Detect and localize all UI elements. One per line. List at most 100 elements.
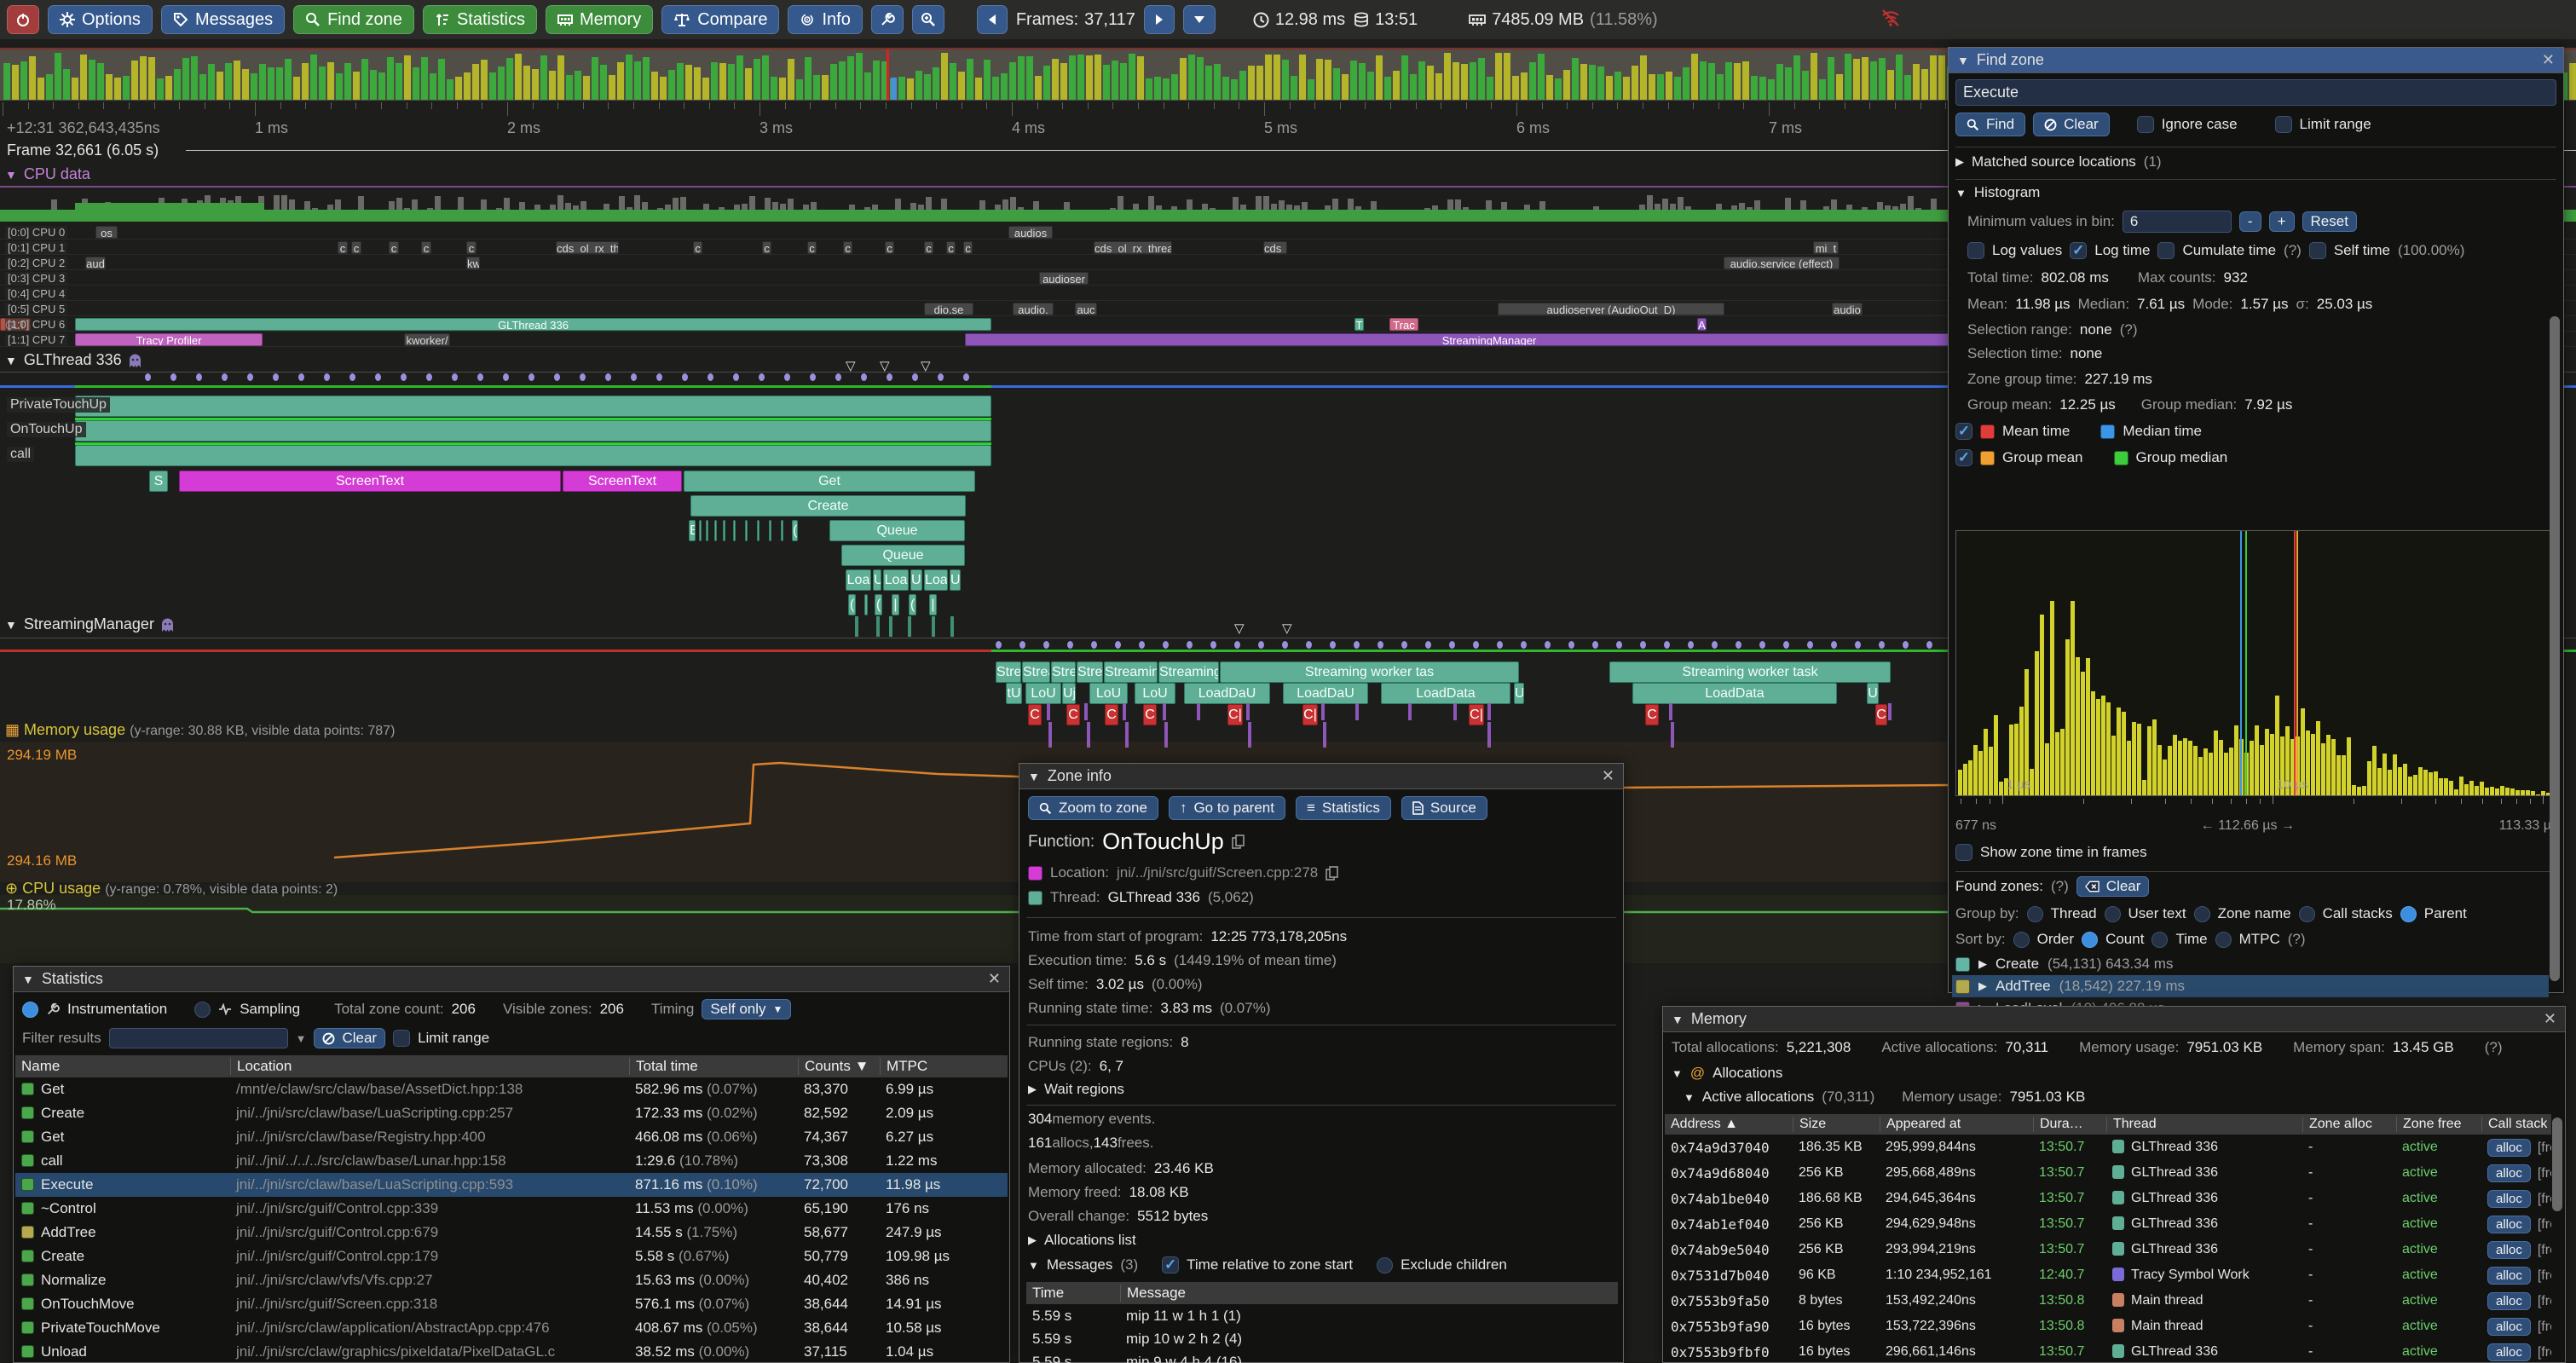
find-zone-scrollbar[interactable]	[2550, 316, 2560, 981]
bin-minus-button[interactable]: -	[2239, 211, 2261, 232]
column-header[interactable]: Thread	[2106, 1117, 2302, 1132]
table-row[interactable]: 0x7531d7b04096 KB1:10 234,952,16112:40.7…	[1665, 1262, 2551, 1288]
close-icon[interactable]: ✕	[2542, 51, 2555, 69]
allocations-list-expander[interactable]: ▶Allocations list	[1028, 1232, 1136, 1249]
column-header[interactable]: MTPC	[880, 1058, 1008, 1075]
column-header[interactable]: Zone alloc	[2302, 1117, 2396, 1132]
table-row[interactable]: 5.59 smip 11 w 1 h 1 (1)	[1026, 1304, 1618, 1327]
log-time-checkbox[interactable]	[2070, 242, 2087, 259]
radio-count[interactable]	[2082, 932, 2098, 948]
radio-order[interactable]	[2013, 932, 2030, 948]
time-legend-checkbox[interactable]	[1955, 423, 1972, 440]
free-link[interactable]: [free]	[2538, 1217, 2551, 1232]
filter-input[interactable]	[109, 1028, 288, 1048]
alloc-button[interactable]: alloc	[2487, 1267, 2531, 1285]
table-row[interactable]: 0x7553b9fbf016 bytes296,661,146ns13:50.7…	[1665, 1339, 2551, 1362]
alloc-button[interactable]: alloc	[2487, 1190, 2531, 1208]
radio-thread[interactable]	[2027, 906, 2043, 922]
instrumentation-radio[interactable]	[22, 1002, 38, 1018]
free-link[interactable]: [free]	[2538, 1243, 2551, 1257]
column-header[interactable]: Call stack	[2481, 1117, 2551, 1132]
close-icon[interactable]: ✕	[1602, 767, 1614, 785]
radio-call-stacks[interactable]	[2299, 906, 2315, 922]
column-header[interactable]: Total time	[629, 1058, 798, 1075]
radio-zone-name[interactable]	[2194, 906, 2210, 922]
free-link[interactable]: [free]	[2538, 1268, 2551, 1283]
radio-time[interactable]	[2151, 932, 2168, 948]
clear-filter-button[interactable]: Clear	[314, 1028, 385, 1048]
group-legend-checkbox[interactable]	[1955, 449, 1972, 466]
find-zone-query-input[interactable]	[1955, 79, 2556, 106]
alloc-button[interactable]: alloc	[2487, 1343, 2531, 1361]
alloc-button[interactable]: alloc	[2487, 1318, 2531, 1336]
free-link[interactable]: [free]	[2538, 1166, 2551, 1181]
table-row[interactable]: 0x74ab1be040186.68 KB294,645,364ns13:50.…	[1665, 1186, 2551, 1211]
log-values-checkbox[interactable]	[1967, 242, 1984, 259]
radio-user-text[interactable]	[2105, 906, 2121, 922]
expand-icon[interactable]: ▶	[1978, 957, 1987, 971]
table-row[interactable]: Unloadjni/../jni/src/claw/graphics/pixel…	[15, 1340, 1008, 1362]
table-row[interactable]: PrivateTouchMovejni/../jni/src/claw/appl…	[15, 1316, 1008, 1340]
free-link[interactable]: [free]	[2538, 1192, 2551, 1206]
timing-dropdown[interactable]: Self only ▼	[702, 999, 791, 1019]
table-row[interactable]: OnTouchMovejni/../jni/src/guif/Screen.cp…	[15, 1292, 1008, 1316]
source-button[interactable]: Source	[1401, 796, 1487, 820]
allocations-expander[interactable]: ▼ @ Allocations	[1672, 1065, 1782, 1082]
free-link[interactable]: [free]	[2538, 1294, 2551, 1308]
table-row[interactable]: Normalizejni/../jni/src/claw/vfs/Vfs.cpp…	[15, 1268, 1008, 1292]
min-bin-input[interactable]	[2123, 211, 2232, 233]
funnel-icon[interactable]: ▼	[296, 1032, 307, 1045]
limit-range-checkbox[interactable]	[393, 1030, 410, 1047]
clear-button[interactable]: Clear	[2033, 113, 2110, 136]
table-row[interactable]: ~Controljni/../jni/src/guif/Control.cpp:…	[15, 1197, 1008, 1221]
column-header[interactable]: Address ▲	[1665, 1117, 1793, 1132]
table-row[interactable]: 0x74a9d68040256 KB295,668,489ns13:50.7GL…	[1665, 1160, 2551, 1186]
free-link[interactable]: [free]	[2538, 1345, 2551, 1360]
table-row[interactable]: 0x7553b9fa508 bytes153,492,240ns13:50.8M…	[1665, 1288, 2551, 1314]
table-row[interactable]: Get/mnt/e/claw/src/claw/base/AssetDict.h…	[15, 1077, 1008, 1101]
radio-parent[interactable]	[2400, 906, 2417, 922]
column-header[interactable]: Appeared at	[1880, 1117, 2033, 1132]
wait-regions-expander[interactable]: ▶Wait regions	[1028, 1081, 1124, 1098]
close-icon[interactable]: ✕	[988, 970, 1001, 988]
column-header[interactable]: Dura…	[2033, 1117, 2106, 1132]
column-header[interactable]: Location	[230, 1058, 629, 1075]
table-row[interactable]: 5.59 smip 9 w 4 h 4 (16)	[1026, 1350, 1618, 1363]
alloc-button[interactable]: alloc	[2487, 1164, 2531, 1182]
find-zone-titlebar[interactable]: ▼Find zone ✕	[1949, 48, 2563, 73]
table-row[interactable]: 0x74ab1ef040256 KB294,629,948ns13:50.7GL…	[1665, 1211, 2551, 1237]
expand-icon[interactable]: ▶	[1978, 979, 1987, 993]
table-row[interactable]: Createjni/../jni/src/claw/base/LuaScript…	[15, 1101, 1008, 1125]
table-row[interactable]: Getjni/../jni/src/claw/base/Registry.hpp…	[15, 1125, 1008, 1149]
statistics-titlebar[interactable]: ▼Statistics ✕	[14, 967, 1009, 992]
column-header[interactable]: Time	[1026, 1285, 1120, 1302]
limit-range-checkbox[interactable]	[2275, 116, 2292, 133]
sampling-radio[interactable]	[194, 1002, 211, 1018]
zone-info-titlebar[interactable]: ▼Zone info ✕	[1019, 764, 1623, 789]
alloc-button[interactable]: alloc	[2487, 1139, 2531, 1157]
found-zone-row[interactable]: ▶Create(54,131) 643.34 ms	[1952, 953, 2549, 975]
table-row[interactable]: calljni/../jni/../../../src/claw/base/Lu…	[15, 1149, 1008, 1173]
column-header[interactable]: Name	[15, 1058, 230, 1075]
frame-bar[interactable]	[2569, 63, 2576, 100]
radio-mtpc[interactable]	[2215, 932, 2232, 948]
table-row[interactable]: AddTreejni/../jni/src/guif/Control.cpp:6…	[15, 1221, 1008, 1245]
cumulate-time-checkbox[interactable]	[2157, 242, 2175, 259]
close-icon[interactable]: ✕	[2544, 1010, 2556, 1028]
found-zone-row[interactable]: ▶AddTree(18,542) 227.19 ms	[1952, 975, 2549, 997]
table-row[interactable]: 0x74a9d37040186.35 KB295,999,844ns13:50.…	[1665, 1135, 2551, 1160]
table-row[interactable]: Createjni/../jni/src/guif/Control.cpp:17…	[15, 1245, 1008, 1268]
bin-plus-button[interactable]: +	[2269, 211, 2295, 232]
histogram-expander[interactable]: ▼Histogram	[1955, 184, 2040, 201]
copy-icon[interactable]	[1232, 835, 1245, 849]
column-header[interactable]: Counts ▼	[798, 1058, 880, 1075]
memory-titlebar[interactable]: ▼Memory ✕	[1663, 1007, 2565, 1032]
time-relative-checkbox[interactable]	[1162, 1256, 1179, 1273]
memory-scrollbar[interactable]	[2552, 1118, 2562, 1211]
table-row[interactable]: 0x74ab9e5040256 KB293,994,219ns13:50.7GL…	[1665, 1237, 2551, 1262]
self-time-checkbox[interactable]	[2309, 242, 2326, 259]
free-link[interactable]: [free]	[2538, 1141, 2551, 1155]
show-zone-time-checkbox[interactable]	[1955, 844, 1972, 861]
ignore-case-checkbox[interactable]	[2137, 116, 2154, 133]
zone-statistics-button[interactable]: ≡Statistics	[1296, 796, 1391, 820]
